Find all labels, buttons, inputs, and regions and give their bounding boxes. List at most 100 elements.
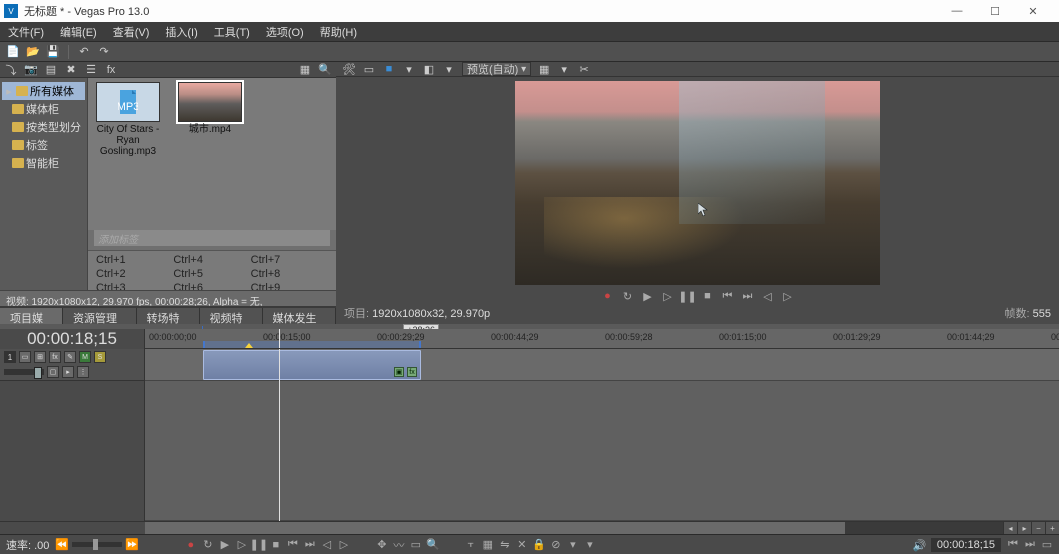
record-button-icon[interactable]: ● bbox=[601, 289, 615, 303]
status-timecode[interactable]: 00:00:18;15 bbox=[931, 538, 1001, 552]
menu-options[interactable]: 选项(O) bbox=[262, 22, 308, 42]
snapshot-icon[interactable]: ✂ bbox=[577, 62, 591, 76]
more-icon[interactable]: ⋮ bbox=[77, 366, 89, 378]
tl-go-start-icon[interactable]: ⏮ bbox=[287, 539, 299, 551]
scrub-forward-icon[interactable]: ⏩ bbox=[125, 538, 139, 551]
loop-button-icon[interactable]: ↻ bbox=[621, 289, 635, 303]
add-tag-field[interactable]: 添加标签 bbox=[94, 230, 330, 246]
rate-scrubber[interactable]: ⏪ ⏩ bbox=[55, 538, 138, 551]
project-properties-icon[interactable]: 🛠 bbox=[342, 62, 356, 76]
timeline-cursor[interactable] bbox=[279, 329, 280, 348]
tl-stop-icon[interactable]: ■ bbox=[270, 539, 282, 551]
redo-tool-icon[interactable]: ↷ bbox=[97, 45, 111, 59]
tab-generators[interactable]: 媒体发生器 bbox=[263, 308, 337, 324]
tab-video-fx[interactable]: 视频特效 bbox=[200, 308, 263, 324]
auto-ripple-icon[interactable]: ⇋ bbox=[499, 539, 511, 551]
pause-button-icon[interactable]: ❚❚ bbox=[681, 289, 695, 303]
stop-button-icon[interactable]: ■ bbox=[701, 289, 715, 303]
go-end-icon[interactable]: ⏭ bbox=[741, 289, 755, 303]
scrub-rewind-icon[interactable]: ⏪ bbox=[55, 538, 69, 551]
menu-insert[interactable]: 插入(I) bbox=[161, 22, 201, 42]
play-start-icon[interactable]: ▶ bbox=[641, 289, 655, 303]
track-area[interactable]: ▣ fx bbox=[145, 349, 1059, 521]
track-empty-area[interactable] bbox=[145, 381, 1059, 521]
playhead-line[interactable] bbox=[279, 349, 280, 521]
envelope-tool-icon[interactable]: 〰 bbox=[393, 539, 405, 551]
tree-by-type[interactable]: 按类型划分 bbox=[2, 118, 85, 136]
track-header-1[interactable]: 1 ▭ ⊞ fx ✎ M S ▢ ▸ ⋮ bbox=[0, 349, 144, 381]
shortcut-5[interactable]: Ctrl+5 bbox=[173, 267, 250, 281]
save-project-icon[interactable]: 💾 bbox=[46, 45, 60, 59]
zoom-tool-icon[interactable]: 🔍 bbox=[427, 539, 439, 551]
tree-all-media[interactable]: ▸所有媒体 bbox=[2, 82, 85, 100]
tl-loop-icon[interactable]: ↻ bbox=[202, 539, 214, 551]
ignore-grouping-icon[interactable]: ⊘ bbox=[550, 539, 562, 551]
tl-play-start-icon[interactable]: ▶ bbox=[219, 539, 231, 551]
media-item-video[interactable]: 城市.mp4 bbox=[174, 82, 246, 226]
clip-fx-icon[interactable]: fx bbox=[407, 367, 417, 377]
bypass-fx-icon[interactable]: ▭ bbox=[19, 351, 31, 363]
shortcut-7[interactable]: Ctrl+7 bbox=[251, 253, 328, 267]
make-parent-icon[interactable]: ▸ bbox=[62, 366, 74, 378]
rate-slider[interactable] bbox=[72, 542, 122, 547]
prev-frame-icon[interactable]: ◁ bbox=[761, 289, 775, 303]
solo-button[interactable]: S bbox=[94, 351, 106, 363]
tree-bins[interactable]: 媒体柜 bbox=[2, 100, 85, 118]
window-maximize-button[interactable]: ☐ bbox=[981, 2, 1009, 20]
overlays-icon[interactable]: ▦ bbox=[537, 62, 551, 76]
properties-icon[interactable]: ☰ bbox=[84, 63, 98, 77]
compositing-mode-icon[interactable]: ▢ bbox=[47, 366, 59, 378]
playhead-marker-icon[interactable] bbox=[245, 343, 253, 348]
loop-region[interactable] bbox=[203, 341, 421, 349]
lock-envelopes-icon[interactable]: 🔒 bbox=[533, 539, 545, 551]
remove-media-icon[interactable]: ✖ bbox=[64, 63, 78, 77]
menu-view[interactable]: 查看(V) bbox=[109, 22, 154, 42]
new-project-icon[interactable]: 📄 bbox=[6, 45, 20, 59]
media-item-audio[interactable]: MP3 City Of Stars - Ryan Gosling.mp3 bbox=[92, 82, 164, 226]
window-close-button[interactable]: ✕ bbox=[1019, 2, 1047, 20]
tl-next-frame-icon[interactable]: ▷ bbox=[338, 539, 350, 551]
get-media-icon[interactable]: ▤ bbox=[44, 63, 58, 77]
normal-edit-tool-icon[interactable]: ✥ bbox=[376, 539, 388, 551]
shortcut-2[interactable]: Ctrl+2 bbox=[96, 267, 173, 281]
scroll-right-icon[interactable]: ▸ bbox=[1017, 522, 1031, 534]
window-minimize-button[interactable]: — bbox=[943, 2, 971, 20]
next-frame-icon[interactable]: ▷ bbox=[781, 289, 795, 303]
scroll-left-icon[interactable]: ◂ bbox=[1003, 522, 1017, 534]
fx-icon[interactable]: fx bbox=[104, 63, 118, 77]
horizontal-scrollbar[interactable] bbox=[145, 522, 1003, 534]
video-clip[interactable]: ▣ fx bbox=[203, 350, 421, 380]
go-start-icon[interactable]: ⏮ bbox=[721, 289, 735, 303]
search-icon[interactable]: 🔍 bbox=[318, 63, 332, 77]
selection-tool-icon[interactable]: ▭ bbox=[410, 539, 422, 551]
status-mode-icon[interactable]: ▭ bbox=[1041, 539, 1053, 551]
menu-tools[interactable]: 工具(T) bbox=[210, 22, 254, 42]
undo-tool-icon[interactable]: ↶ bbox=[77, 45, 91, 59]
track-fx-icon[interactable]: fx bbox=[49, 351, 61, 363]
preview-device-icon[interactable]: ■ bbox=[382, 62, 396, 76]
tl-record-icon[interactable]: ● bbox=[185, 539, 197, 551]
clip-pan-crop-icon[interactable]: ▣ bbox=[394, 367, 404, 377]
dropdown-icon[interactable]: ▾ bbox=[567, 539, 579, 551]
track-row-1[interactable]: ▣ fx bbox=[145, 349, 1059, 381]
quantize-icon[interactable]: ▦ bbox=[482, 539, 494, 551]
tl-pause-icon[interactable]: ❚❚ bbox=[253, 539, 265, 551]
dropdown-icon[interactable]: ▾ bbox=[442, 62, 456, 76]
snap-icon[interactable]: ⫟ bbox=[465, 539, 477, 551]
preview-quality-combo[interactable]: 预览(自动) ▾ bbox=[462, 62, 531, 76]
automation-icon[interactable]: ✎ bbox=[64, 351, 76, 363]
menu-edit[interactable]: 编辑(E) bbox=[56, 22, 101, 42]
menu-help[interactable]: 帮助(H) bbox=[316, 22, 361, 42]
tab-project-media[interactable]: 项目媒体 bbox=[0, 308, 63, 324]
tl-prev-frame-icon[interactable]: ◁ bbox=[321, 539, 333, 551]
external-monitor-icon[interactable]: ▭ bbox=[362, 62, 376, 76]
capture-icon[interactable]: 📷 bbox=[24, 63, 38, 77]
level-slider[interactable] bbox=[4, 369, 44, 375]
tl-play-icon[interactable]: ▷ bbox=[236, 539, 248, 551]
views-icon[interactable]: ▦ bbox=[298, 63, 312, 77]
dropdown-icon[interactable]: ▾ bbox=[584, 539, 596, 551]
dropdown-icon[interactable]: ▾ bbox=[402, 62, 416, 76]
menu-file[interactable]: 文件(F) bbox=[4, 22, 48, 42]
zoom-out-icon[interactable]: − bbox=[1031, 522, 1045, 534]
zoom-in-icon[interactable]: + bbox=[1045, 522, 1059, 534]
